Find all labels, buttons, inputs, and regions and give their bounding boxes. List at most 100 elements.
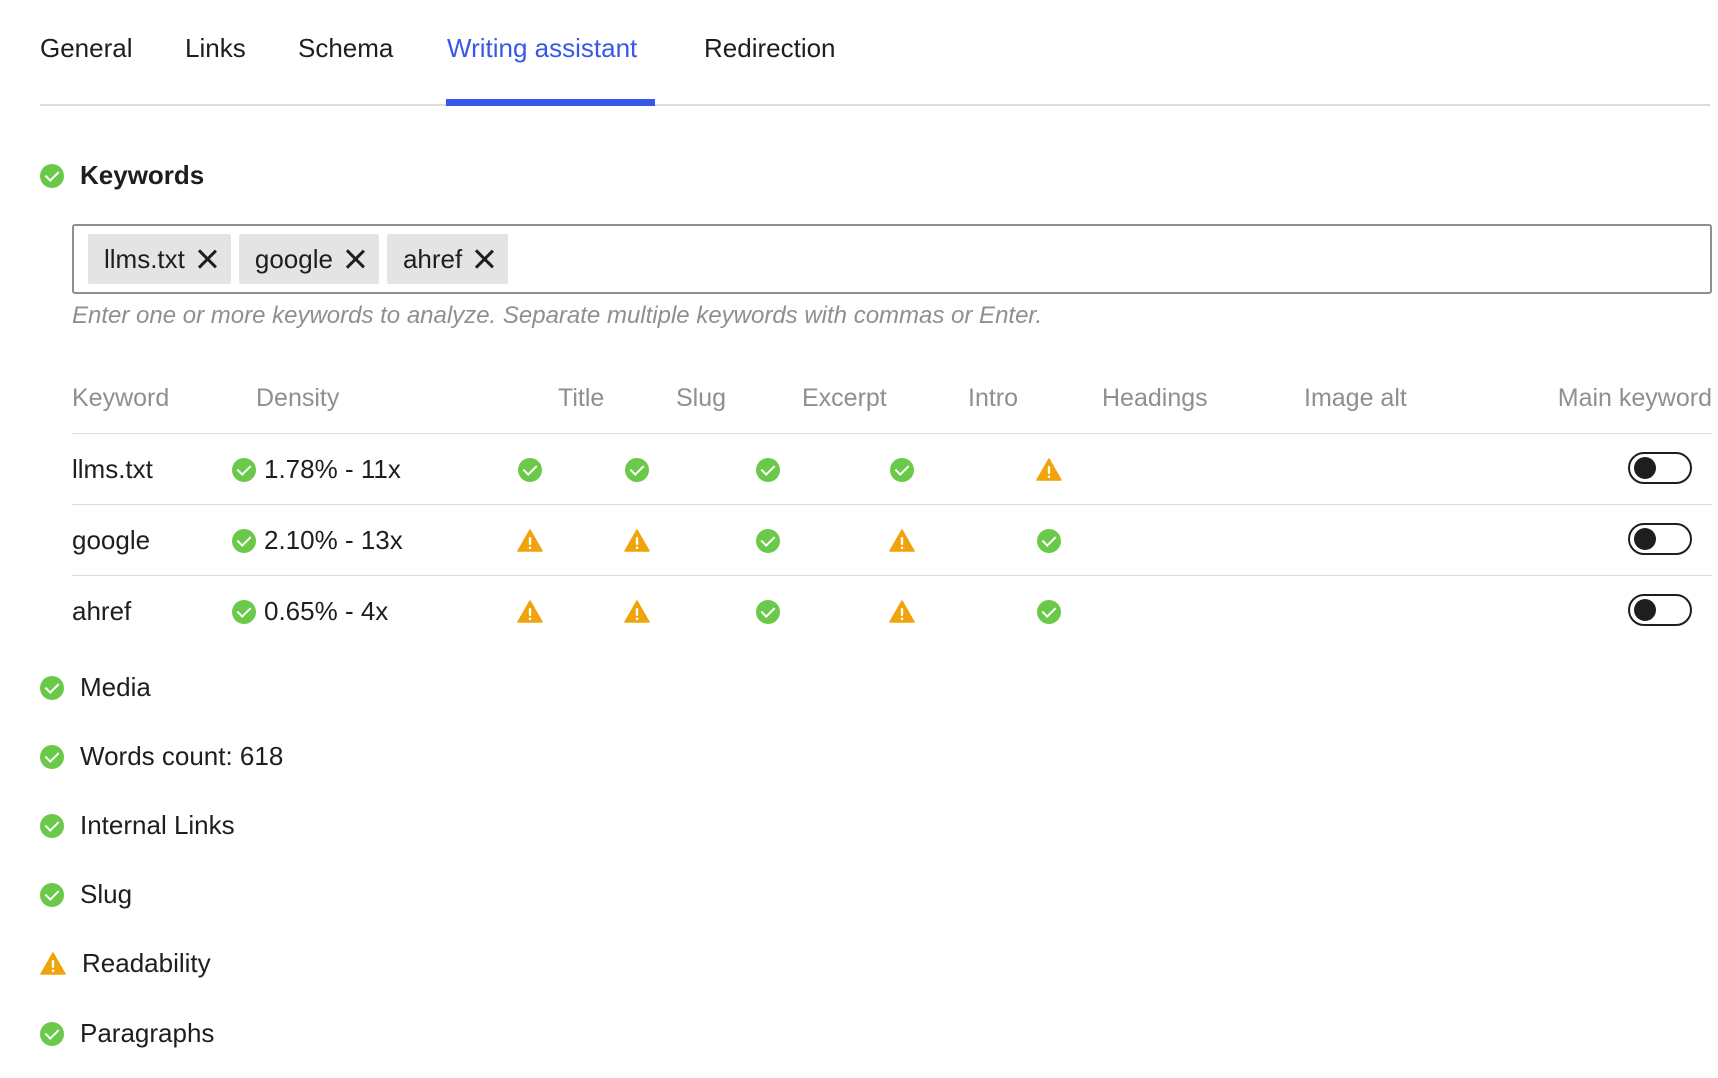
col-main-keyword: Main keyword	[1557, 384, 1712, 412]
row-slug-status	[607, 505, 667, 576]
keyword-chip-label: ahref	[402, 243, 463, 274]
row-excerpt-status	[738, 434, 798, 505]
check-item: Readability	[40, 948, 211, 979]
check-circle-icon	[40, 882, 64, 907]
row-slug-status	[607, 434, 667, 505]
tab-schema[interactable]: Schema	[298, 33, 393, 64]
col-intro: Intro	[968, 384, 1019, 412]
keywords-input[interactable]	[516, 226, 1710, 292]
main-keyword-toggle[interactable]	[1628, 452, 1692, 484]
check-item: Slug	[40, 879, 132, 910]
row-keyword: llms.txt	[72, 454, 153, 484]
keyword-chip: llms.txt	[88, 234, 231, 284]
check-item-label: Readability	[82, 948, 211, 978]
warning-icon	[624, 600, 650, 623]
check-item-label: Internal Links	[80, 810, 235, 840]
tab-links[interactable]: Links	[185, 33, 246, 64]
check-circle-icon	[756, 528, 780, 553]
col-keyword: Keyword	[72, 384, 170, 412]
col-slug: Slug	[676, 384, 727, 412]
warning-icon	[517, 529, 543, 552]
keywords-help-text: Enter one or more keywords to analyze. S…	[72, 302, 1043, 329]
row-title-status	[500, 576, 560, 647]
main-keyword-toggle[interactable]	[1628, 594, 1692, 626]
keywords-section-header: Keywords	[40, 160, 204, 191]
check-circle-icon	[1037, 528, 1061, 553]
check-circle-icon	[40, 163, 64, 188]
check-circle-icon	[625, 457, 649, 482]
check-item: Internal Links	[40, 810, 235, 841]
check-item: Paragraphs	[40, 1018, 214, 1049]
row-density-value: 2.10% - 13x	[264, 525, 403, 555]
table-row: llms.txt 1.78% - 11x	[72, 434, 1712, 505]
active-tab-indicator	[446, 99, 655, 106]
row-density-value: 0.65% - 4x	[264, 596, 389, 626]
table-row: ahref 0.65% - 4x	[72, 576, 1712, 647]
row-density: 0.65% - 4x	[232, 576, 388, 647]
check-circle-icon	[232, 457, 256, 482]
row-density-value: 1.78% - 11x	[264, 454, 401, 484]
check-circle-icon	[232, 599, 256, 624]
warning-icon	[1036, 458, 1062, 481]
warning-icon	[624, 529, 650, 552]
table-body: llms.txt 1.78% - 11x google 2.10% - 13x ahre…	[72, 434, 1712, 647]
tab-general[interactable]: General	[40, 33, 133, 64]
row-intro-status	[872, 434, 932, 505]
warning-icon	[40, 952, 66, 975]
col-headings: Headings	[1102, 384, 1208, 412]
check-item-label: Paragraphs	[80, 1018, 215, 1048]
keyword-chip-label: google	[254, 243, 333, 274]
check-circle-icon	[518, 457, 542, 482]
close-icon[interactable]	[345, 249, 365, 269]
row-intro-status	[872, 505, 932, 576]
check-item: Media	[40, 672, 151, 703]
col-image-alt: Image alt	[1304, 384, 1407, 412]
tab-bar: General Links Schema Writing assistant R…	[40, 0, 1710, 106]
tab-writing-assistant[interactable]: Writing assistant	[447, 33, 637, 64]
check-circle-icon	[890, 457, 914, 482]
check-item-label: Media	[80, 672, 151, 702]
row-headings-status	[1019, 576, 1079, 647]
keywords-title: Keywords	[80, 160, 205, 190]
row-slug-status	[607, 576, 667, 647]
check-circle-icon	[40, 1021, 64, 1046]
row-title-status	[500, 434, 560, 505]
close-icon[interactable]	[197, 249, 217, 269]
col-density: Density	[256, 384, 340, 412]
check-circle-icon	[1037, 599, 1061, 624]
row-intro-status	[872, 576, 932, 647]
row-excerpt-status	[738, 576, 798, 647]
warning-icon	[889, 600, 915, 623]
close-icon[interactable]	[474, 249, 494, 269]
warning-icon	[889, 529, 915, 552]
check-circle-icon	[756, 599, 780, 624]
keyword-chip: google	[238, 234, 379, 284]
check-circle-icon	[40, 813, 64, 838]
check-circle-icon	[40, 744, 64, 769]
check-item: Words count: 618	[40, 741, 283, 772]
check-circle-icon	[756, 457, 780, 482]
col-excerpt: Excerpt	[802, 384, 887, 412]
keywords-input-box[interactable]: llms.txt google ahref	[72, 224, 1712, 294]
warning-icon	[517, 600, 543, 623]
main-keyword-toggle[interactable]	[1628, 523, 1692, 555]
check-item-label: Words count: 618	[80, 741, 284, 771]
keyword-chip-label: llms.txt	[104, 243, 185, 274]
row-keyword: google	[72, 525, 151, 555]
keyword-analysis-table: Keyword Density Title Slug Excerpt Intro…	[72, 370, 1712, 647]
keyword-chip: ahref	[386, 234, 509, 284]
row-density: 2.10% - 13x	[232, 505, 403, 576]
check-circle-icon	[232, 528, 256, 553]
row-density: 1.78% - 11x	[232, 434, 401, 505]
row-headings-status	[1019, 505, 1079, 576]
row-headings-status	[1019, 434, 1079, 505]
row-title-status	[500, 505, 560, 576]
col-title: Title	[558, 384, 605, 412]
check-circle-icon	[40, 675, 64, 700]
row-excerpt-status	[738, 505, 798, 576]
tab-redirection[interactable]: Redirection	[704, 33, 836, 64]
table-header: Keyword Density Title Slug Excerpt Intro…	[72, 370, 1712, 434]
row-keyword: ahref	[72, 596, 132, 626]
check-item-label: Slug	[80, 879, 133, 909]
table-row: google 2.10% - 13x	[72, 505, 1712, 576]
